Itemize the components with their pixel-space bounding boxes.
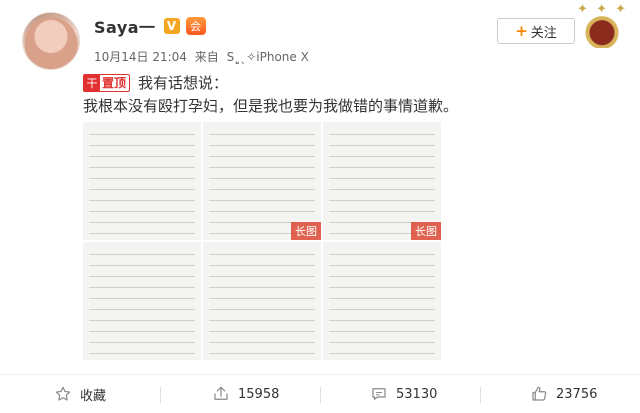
pinned-badge: 干 置顶 <box>83 73 131 92</box>
divider <box>480 387 481 403</box>
image-thumb[interactable]: 长图 <box>203 122 321 240</box>
share-icon <box>214 386 228 400</box>
post-device: Sˎ͈ˎ✧iPhone X <box>226 50 309 64</box>
follow-label: 关注 <box>530 25 557 41</box>
pinned-row: 干 置顶 我有话想说： <box>83 72 228 93</box>
user-name[interactable]: Saya一 <box>94 14 156 38</box>
user-name-row: Saya一 V 会 <box>94 14 206 38</box>
divider <box>160 387 161 403</box>
favorite-label: 收藏 <box>80 388 107 404</box>
long-image-tag: 长图 <box>291 222 321 240</box>
follow-button[interactable]: + 关注 <box>497 18 575 44</box>
divider <box>320 387 321 403</box>
post-date[interactable]: 10月14日 21:04 <box>94 50 187 64</box>
long-image-tag: 长图 <box>411 222 441 240</box>
pin-icon: 干 <box>84 74 100 91</box>
post-from: 来自 <box>194 50 219 64</box>
image-thumb[interactable] <box>83 122 201 240</box>
avatar[interactable] <box>22 12 80 70</box>
comment-icon <box>372 388 386 400</box>
image-thumb[interactable] <box>323 242 441 360</box>
verified-icon: V <box>163 18 180 34</box>
like-count: 23756 <box>556 386 598 402</box>
comment-count: 53130 <box>396 386 438 402</box>
mascot-icon <box>582 14 622 48</box>
plus-icon: + <box>515 22 528 40</box>
share-count: 15958 <box>238 386 280 402</box>
like-icon <box>532 386 547 401</box>
image-thumb[interactable] <box>83 242 201 360</box>
comment-button[interactable]: 53130 <box>370 375 437 413</box>
action-bar: 收藏 15958 53130 23756 <box>0 374 640 412</box>
image-thumb[interactable] <box>203 242 321 360</box>
pinned-label: 置顶 <box>102 76 127 90</box>
image-thumb[interactable]: 长图 <box>323 122 441 240</box>
member-icon[interactable]: 会 <box>185 17 206 35</box>
like-button[interactable]: 23756 <box>530 375 597 413</box>
share-button[interactable]: 15958 <box>212 375 279 413</box>
image-grid: 长图 长图 <box>83 122 441 362</box>
post-meta: 10月14日 21:04 来自 Sˎ͈ˎ✧iPhone X <box>94 48 313 65</box>
star-icon <box>55 386 71 401</box>
post-intro: 我有话想说： <box>138 74 229 92</box>
post-body: 我根本没有殴打孕妇，但是我也要为我做错的事情道歉。 <box>83 97 459 115</box>
favorite-button[interactable]: 收藏 <box>54 375 106 413</box>
